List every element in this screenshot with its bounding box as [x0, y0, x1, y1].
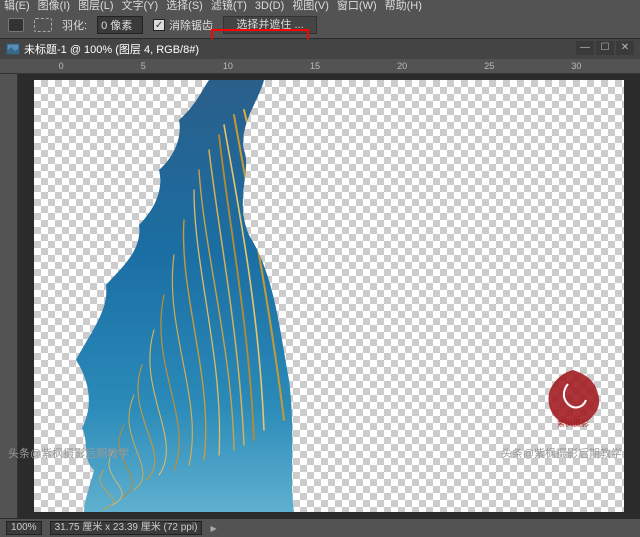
document-title[interactable]: 未标题-1 @ 100% (图层 4, RGB/8#): [24, 41, 199, 57]
document-tab-bar: 未标题-1 @ 100% (图层 4, RGB/8#) — ☐ ✕: [0, 39, 640, 60]
svg-text:紫枫摄影: 紫枫摄影: [557, 418, 589, 428]
antialias-checkbox[interactable]: ✓ 消除锯齿: [153, 17, 213, 33]
watermark-stamp: 紫枫摄影: [540, 366, 606, 432]
watermark-bottom-right: 头条@紫枫摄影后期教学: [501, 445, 622, 461]
menu-filter[interactable]: 滤镜(T): [211, 0, 247, 13]
menu-edit[interactable]: 辑(E): [4, 0, 30, 13]
ruler-tick: 15: [310, 61, 320, 71]
checkbox-checked-icon: ✓: [153, 19, 165, 31]
antialias-label: 消除锯齿: [169, 17, 213, 33]
ruler-tick: 0: [59, 61, 64, 71]
menu-select[interactable]: 选择(S): [166, 0, 203, 13]
select-and-mask-button[interactable]: 选择并遮住 ...: [223, 16, 317, 34]
horizontal-ruler[interactable]: 0 5 10 15 20 25 30: [0, 59, 640, 74]
document-dimensions[interactable]: 31.75 厘米 x 23.39 厘米 (72 ppi): [50, 521, 203, 535]
ruler-tick: 5: [141, 61, 146, 71]
feather-input[interactable]: [97, 16, 143, 34]
status-arrow-icon[interactable]: ▶: [210, 524, 216, 533]
menu-bar[interactable]: 辑(E) 图像(I) 图层(L) 文字(Y) 选择(S) 滤镜(T) 3D(D)…: [0, 0, 640, 13]
menu-image[interactable]: 图像(I): [38, 0, 70, 13]
document-icon: [6, 43, 20, 55]
options-bar: 羽化: ✓ 消除锯齿 选择并遮住 ...: [0, 13, 640, 38]
zoom-level[interactable]: 100%: [6, 521, 42, 535]
maximize-button[interactable]: ☐: [596, 41, 614, 55]
menu-help[interactable]: 帮助(H): [385, 0, 422, 13]
menu-layer[interactable]: 图层(L): [78, 0, 113, 13]
status-bar: 100% 31.75 厘米 x 23.39 厘米 (72 ppi) ▶: [0, 518, 640, 537]
menu-window[interactable]: 窗口(W): [337, 0, 377, 13]
ruler-tick: 25: [484, 61, 494, 71]
minimize-button[interactable]: —: [576, 41, 594, 55]
ruler-tick: 20: [397, 61, 407, 71]
ruler-tick: 30: [571, 61, 581, 71]
feather-label: 羽化:: [62, 17, 87, 33]
tool-thumb-icon[interactable]: [8, 18, 24, 32]
canvas-area: 紫枫摄影 头条@紫枫摄影后期教学 头条@紫枫摄影后期教学: [0, 74, 640, 518]
menu-type[interactable]: 文字(Y): [122, 0, 159, 13]
window-controls: — ☐ ✕: [576, 41, 634, 55]
menu-view[interactable]: 视图(V): [292, 0, 329, 13]
watermark-bottom-left: 头条@紫枫摄影后期教学: [8, 445, 129, 461]
close-button[interactable]: ✕: [616, 41, 634, 55]
menu-3d[interactable]: 3D(D): [255, 0, 284, 13]
new-selection-icon[interactable]: [34, 18, 52, 32]
ruler-tick: 10: [223, 61, 233, 71]
